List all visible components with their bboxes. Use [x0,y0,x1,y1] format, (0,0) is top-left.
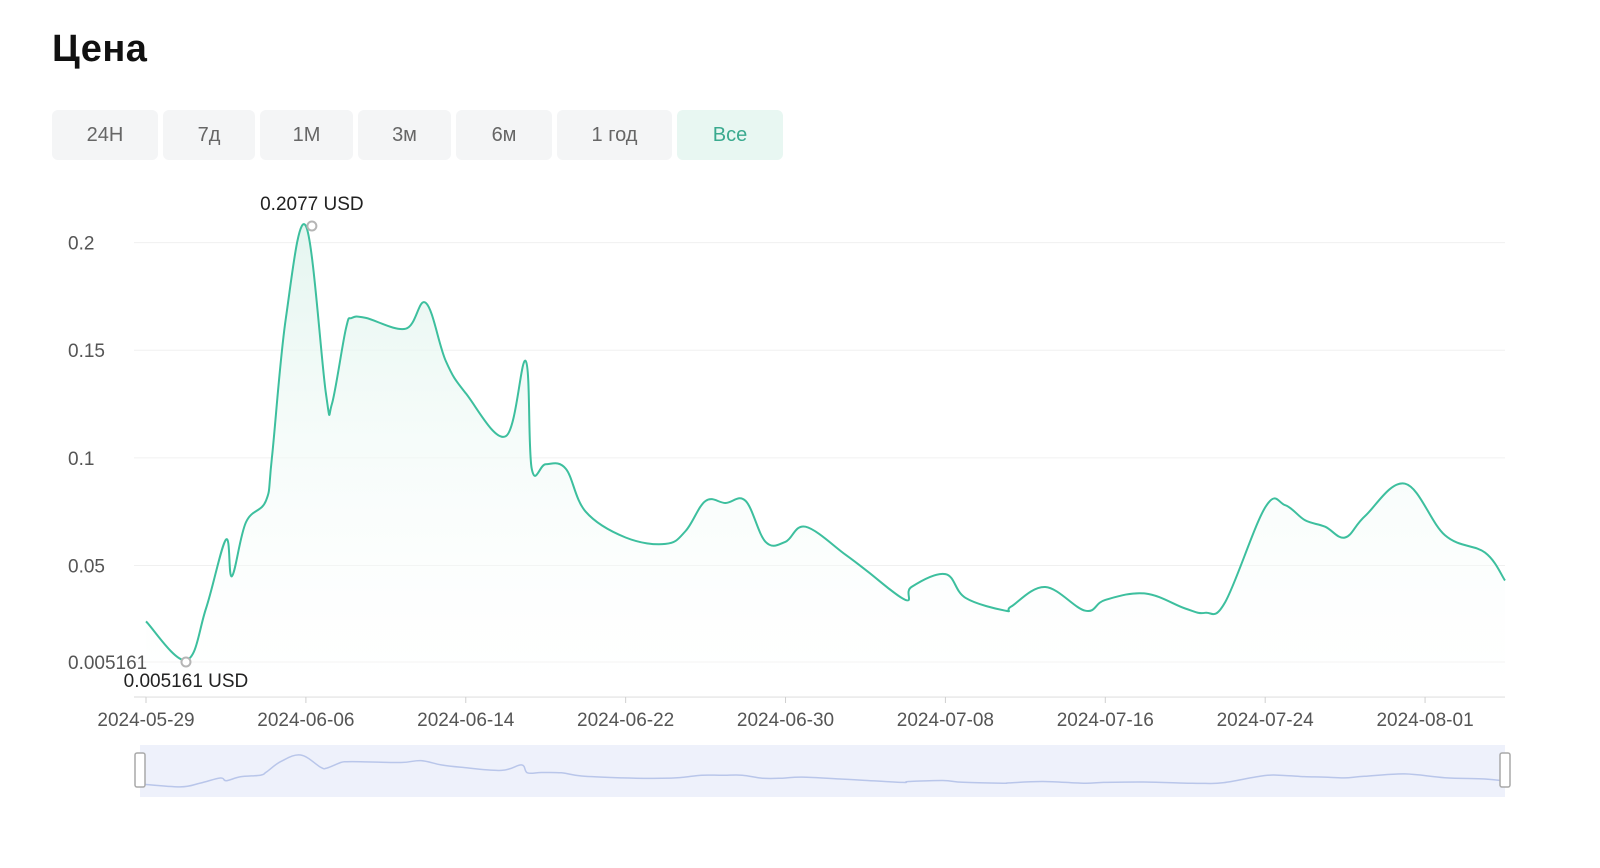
x-tick-label: 2024-07-08 [897,710,994,731]
navigator-right-handle[interactable] [1499,752,1511,788]
y-axis-ticks: 0.0051610.050.10.150.2 [68,234,147,674]
x-tick-label: 2024-06-22 [577,710,674,731]
range-navigator[interactable] [134,745,1511,797]
price-area [146,224,1505,697]
tab-1m[interactable]: 1М [260,110,353,160]
x-tick-label: 2024-07-16 [1057,710,1154,731]
timeframe-tabs: 24H 7д 1М 3м 6м 1 год Все [52,110,783,160]
x-tick-label: 2024-08-01 [1376,710,1473,731]
max-point-marker [306,220,318,232]
tab-1y[interactable]: 1 год [557,110,672,160]
y-tick-label: 0.05 [68,556,105,577]
tab-24h[interactable]: 24H [52,110,158,160]
x-tick-label: 2024-06-06 [257,710,354,731]
tab-6m[interactable]: 6м [456,110,552,160]
x-tick-label: 2024-06-30 [737,710,834,731]
tab-3m[interactable]: 3м [358,110,451,160]
x-tick-label: 2024-07-24 [1217,710,1315,731]
min-point-marker [180,656,192,668]
x-tick-label: 2024-05-29 [97,710,194,731]
navigator-background[interactable] [140,745,1505,797]
max-value-label: 0.2077 USD [260,194,364,215]
y-tick-label: 0.1 [68,449,94,470]
navigator-left-handle[interactable] [134,752,146,788]
x-axis-ticks: 2024-05-29 2024-06-06 2024-06-14 2024-06-22… [97,697,1474,731]
price-chart: 0.0051610.050.10.150.2 2024-05-29 2024-06… [68,194,1511,797]
page-title: Цена [52,28,148,70]
x-tick-label: 2024-06-14 [417,710,515,731]
tab-7d[interactable]: 7д [163,110,255,160]
min-value-label: 0.005161 USD [124,671,249,692]
y-tick-label: 0.15 [68,341,105,362]
y-tick-label: 0.2 [68,234,94,255]
tab-all[interactable]: Все [677,110,783,160]
